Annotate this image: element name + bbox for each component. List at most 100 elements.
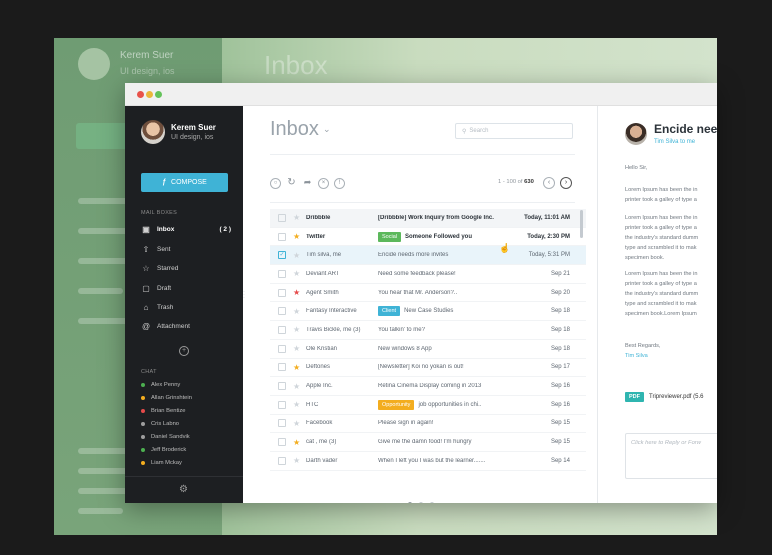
star-icon[interactable]: ★ xyxy=(293,288,303,297)
chat-contact[interactable]: Brian Bentize xyxy=(141,406,185,416)
page-title[interactable]: Inbox ⌄ xyxy=(270,118,330,141)
row-checkbox[interactable] xyxy=(278,269,286,278)
row-checkbox[interactable] xyxy=(278,213,286,222)
inbox-count: ( 2 ) xyxy=(219,225,231,233)
sidebar-item-starred[interactable]: ☆ Starred xyxy=(141,261,231,275)
body-line: type and scrambled it to mak xyxy=(625,301,697,307)
add-mailbox-icon[interactable]: + xyxy=(179,346,189,356)
minimize-window-button[interactable] xyxy=(146,91,153,98)
star-icon[interactable]: ★ xyxy=(293,400,303,409)
chat-contact[interactable]: Alex Penny xyxy=(141,380,180,390)
row-checkbox[interactable] xyxy=(278,288,286,297)
info-icon[interactable]: ! xyxy=(334,178,345,189)
resize-handle[interactable]: ··· xyxy=(243,289,245,301)
table-row[interactable]: ★ Apple Inc. Retina Cinema Display comin… xyxy=(270,377,586,396)
gear-icon[interactable]: ⚙ xyxy=(179,484,188,495)
sender: HTC xyxy=(306,401,319,408)
page-dot[interactable] xyxy=(419,502,423,503)
list-scrollbar[interactable] xyxy=(580,210,583,238)
chat-contact[interactable]: Liam Mckay xyxy=(141,458,182,468)
row-checkbox[interactable] xyxy=(278,419,286,428)
away-status-icon xyxy=(141,396,145,400)
row-checkbox[interactable] xyxy=(278,325,286,334)
row-checkbox[interactable] xyxy=(278,363,286,372)
close-window-button[interactable] xyxy=(137,91,144,98)
star-icon[interactable]: ★ xyxy=(293,382,303,391)
offline-status-icon xyxy=(141,435,145,439)
row-checkbox[interactable] xyxy=(278,438,286,447)
page-dot[interactable] xyxy=(408,502,412,503)
refresh-icon[interactable]: ↻ xyxy=(286,178,297,189)
user-name: Kerem Suer xyxy=(171,123,216,132)
sent-icon: ⇧ xyxy=(142,244,150,254)
reading-pane: Encide nee Tim Silva to me Hello Sir, Lo… xyxy=(598,106,717,503)
compose-button[interactable]: ƒ COMPOSE xyxy=(141,173,228,192)
table-row[interactable]: ★ Deviant ART Need some feedback please!… xyxy=(270,265,586,284)
table-row[interactable]: ★ cat , me (3) Give me the damn food! I'… xyxy=(270,433,586,452)
user-avatar[interactable] xyxy=(141,120,165,144)
star-icon[interactable]: ★ xyxy=(293,438,303,447)
star-icon[interactable]: ★ xyxy=(293,307,303,316)
chat-contact[interactable]: Jeff Broderick xyxy=(141,445,186,455)
sidebar-item-inbox[interactable]: ▣ Inbox ( 2 ) xyxy=(141,222,231,236)
row-checkbox[interactable] xyxy=(278,344,286,353)
message-from[interactable]: Tim Silva to me xyxy=(654,139,695,145)
attachment[interactable]: PDF Tripreviewer.pdf (5.6 xyxy=(625,392,703,402)
table-row[interactable]: ★ Facebook Please sign in again! Sep 15 xyxy=(270,415,586,434)
sidebar-item-sent[interactable]: ⇧ Sent xyxy=(141,242,231,256)
maximize-window-button[interactable] xyxy=(155,91,162,98)
mail-app-window: Kerem Suer UI design, ios ƒ COMPOSE MAIL… xyxy=(125,83,717,503)
chat-contact[interactable]: Cris Labno xyxy=(141,419,179,429)
body-line: Lorem Ipsum has been the in xyxy=(625,215,698,221)
table-row[interactable]: ★ Travis Bickle, me (3) You talkin' to m… xyxy=(270,321,586,340)
page-dot[interactable] xyxy=(430,502,434,503)
subject: Social Someone Followed you xyxy=(378,231,510,242)
options-icon[interactable]: ○ xyxy=(270,178,281,189)
star-icon[interactable]: ★ xyxy=(293,269,303,278)
star-icon[interactable]: ★ xyxy=(293,251,303,260)
sidebar-item-draft[interactable]: ▢ Draft xyxy=(141,281,231,295)
star-icon[interactable]: ★ xyxy=(293,344,303,353)
forward-icon[interactable]: ➦ xyxy=(302,178,313,189)
table-row[interactable]: ★ Ole Kristian New windows 8 App Sep 18 xyxy=(270,340,586,359)
next-page-button[interactable]: › xyxy=(560,177,572,189)
search-input[interactable]: ⚲ Search xyxy=(455,123,573,139)
row-checkbox[interactable] xyxy=(278,400,286,409)
online-status-icon xyxy=(141,383,145,387)
star-icon[interactable]: ★ xyxy=(293,325,303,334)
chat-contact-name: Daniel Sandvik xyxy=(151,434,190,440)
row-checkbox[interactable] xyxy=(278,456,286,465)
subject-text: Give me the damn food! I'm hungry xyxy=(378,439,472,446)
table-row[interactable]: ★ Dribbble [Dribbble] Work Inquiry from … xyxy=(270,209,586,228)
table-row[interactable]: ★ Deftones [Newsletter] Koi no yokan is … xyxy=(270,359,586,378)
row-checkbox-checked[interactable]: ✓ xyxy=(278,251,286,260)
star-icon[interactable]: ★ xyxy=(293,419,303,428)
table-row[interactable]: ★ Twitter Social Someone Followed you Tod… xyxy=(270,228,586,247)
subject-text: You talkin' to me? xyxy=(378,326,425,333)
table-row[interactable]: ★ Agent Smith You hear that Mr. Anderson… xyxy=(270,284,586,303)
star-icon: ☆ xyxy=(142,263,150,273)
table-row[interactable]: ✓ ★ Tim silva, me Encide needs more invi… xyxy=(270,246,586,266)
star-icon[interactable]: ★ xyxy=(293,213,303,222)
delete-icon[interactable]: × xyxy=(318,178,329,189)
table-row[interactable]: ★ HTC Opportunity job opportunities in ch… xyxy=(270,396,586,415)
chat-contact[interactable]: Allan Grinshtein xyxy=(141,393,192,403)
sidebar-item-trash[interactable]: ⌂ Trash xyxy=(141,300,231,314)
sidebar-item-attachment[interactable]: @ Attachment xyxy=(141,319,231,333)
pen-icon: ƒ xyxy=(162,179,167,186)
chat-contact-name: Alex Penny xyxy=(151,382,181,388)
star-icon[interactable]: ★ xyxy=(293,232,303,241)
row-checkbox[interactable] xyxy=(278,382,286,391)
signature[interactable]: Tim Silva xyxy=(625,352,648,362)
star-icon[interactable]: ★ xyxy=(293,456,303,465)
reply-input[interactable]: Click here to Reply or Forw xyxy=(625,433,717,479)
star-icon[interactable]: ★ xyxy=(293,363,303,372)
table-row[interactable]: ★ Fantasy Interactive Client New Case Stu… xyxy=(270,302,586,322)
row-checkbox[interactable] xyxy=(278,232,286,241)
chat-contact[interactable]: Daniel Sandvik xyxy=(141,432,190,442)
row-checkbox[interactable] xyxy=(278,307,286,316)
table-row[interactable]: ★ Darth vader When I left you I was but … xyxy=(270,452,586,471)
sender: Apple Inc. xyxy=(306,383,333,390)
body-line: specimen book.Lorem Ipsum xyxy=(625,311,697,317)
previous-page-button[interactable]: ‹ xyxy=(543,177,555,189)
